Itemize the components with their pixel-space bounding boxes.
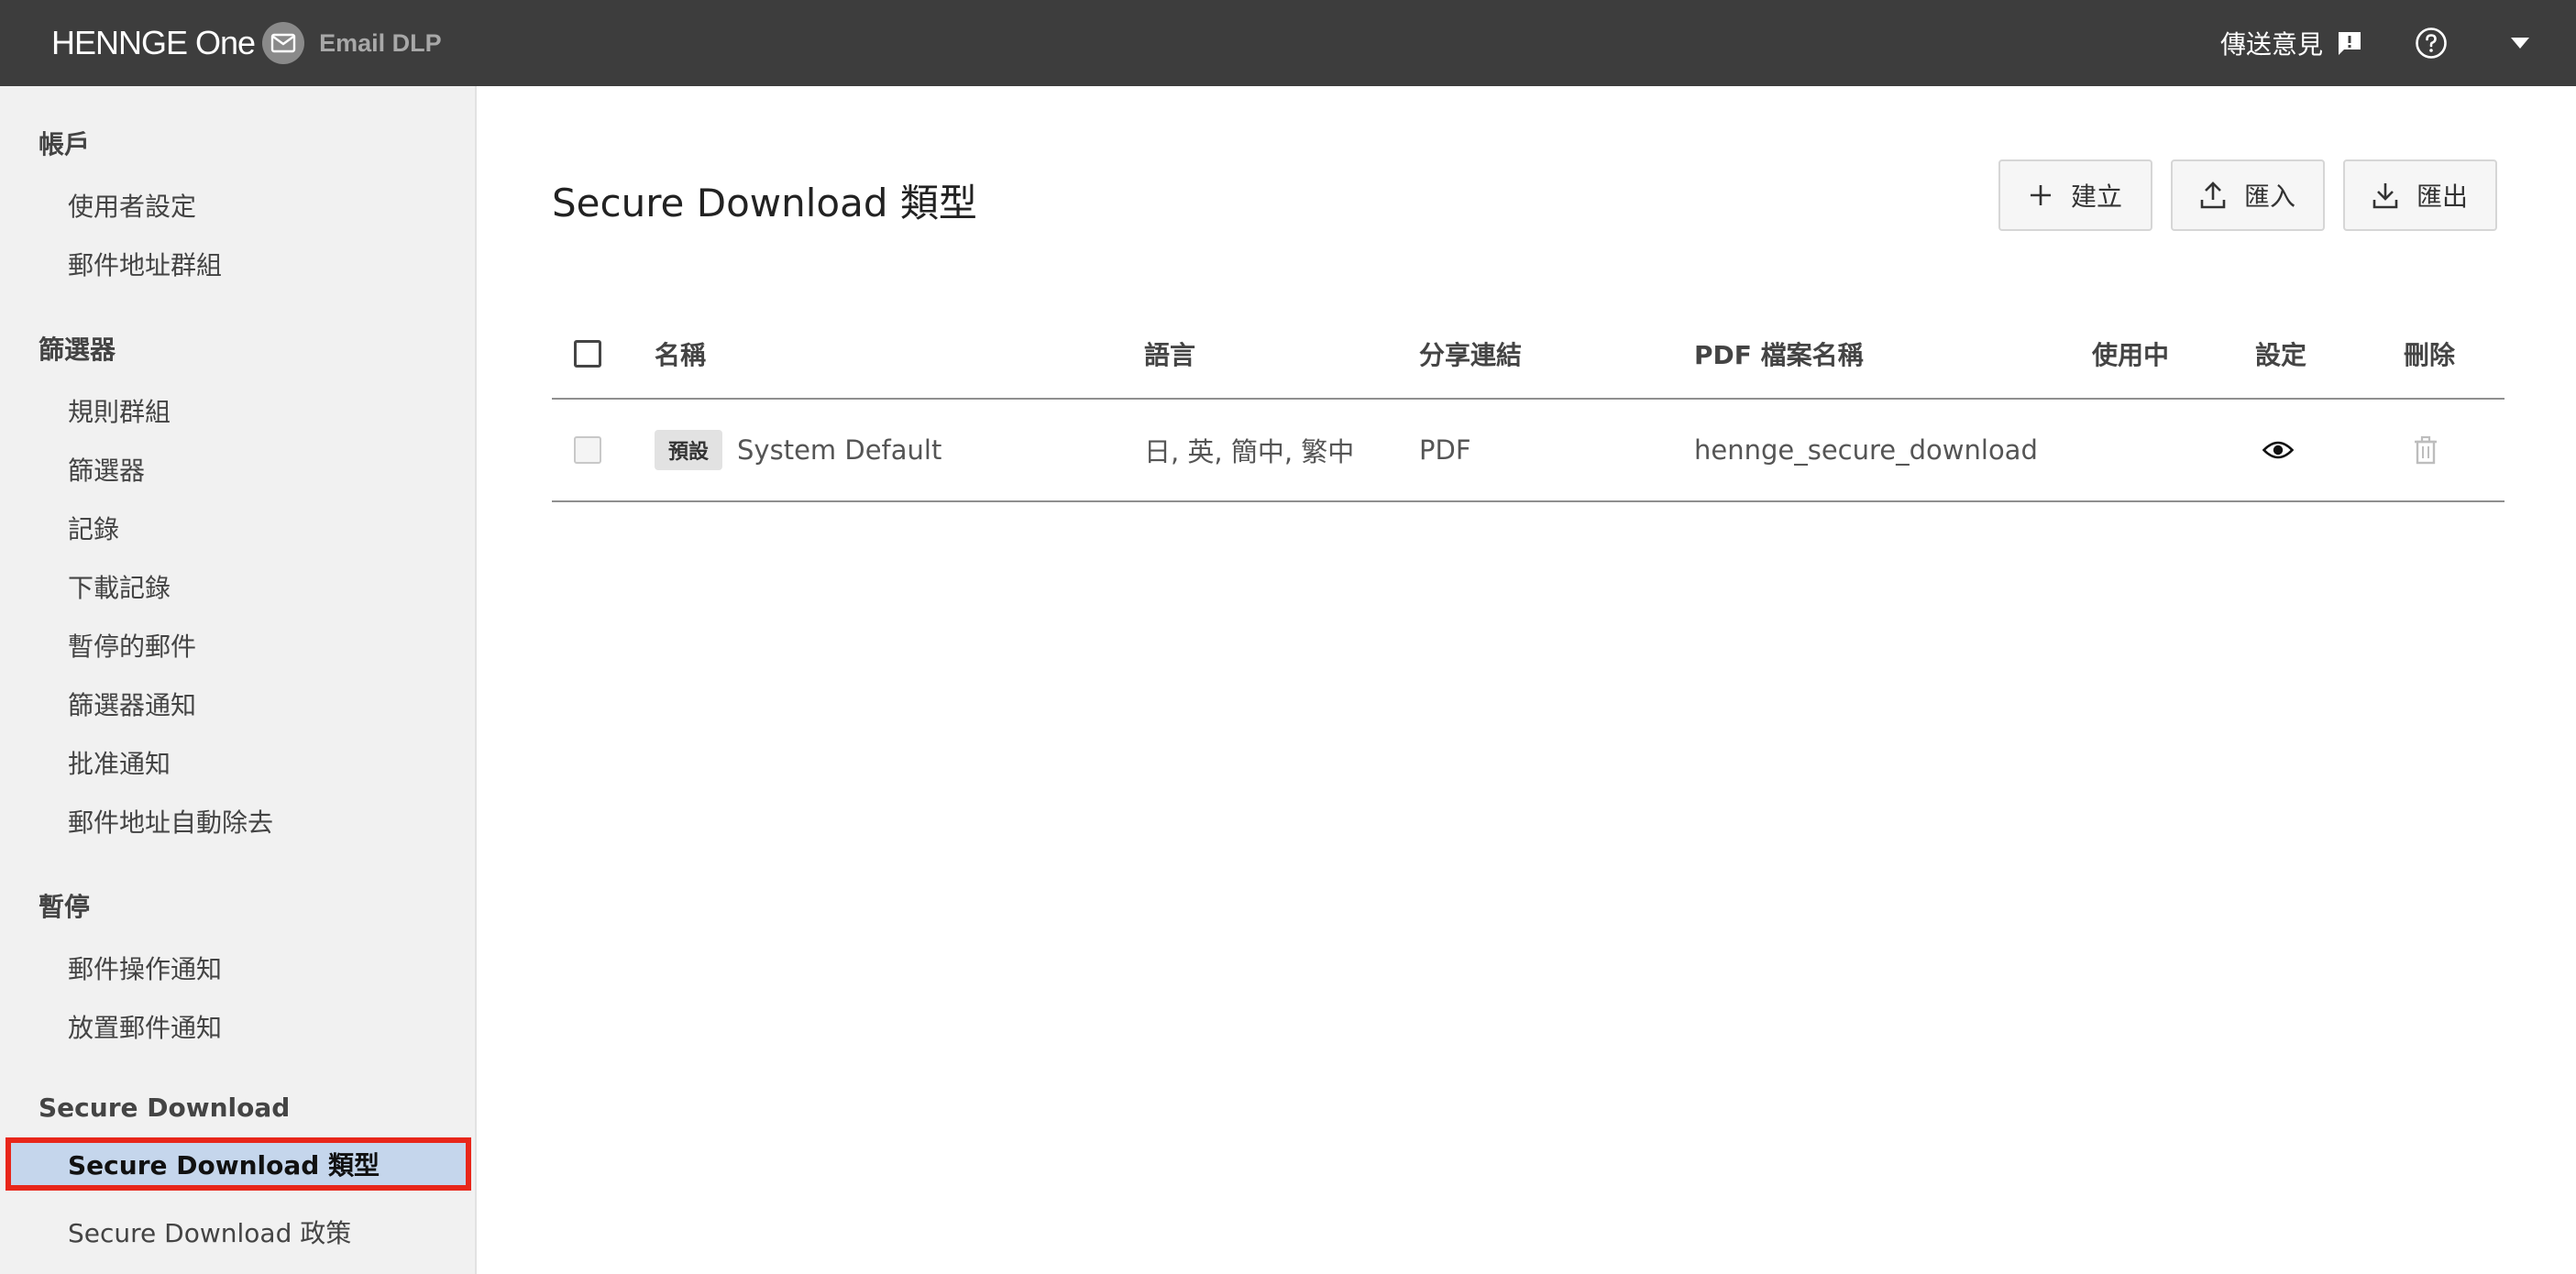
main-content: Secure Download 類型 建立 匯入 匯出 名稱 語言 分享連結 P… [477,86,2576,1274]
sidebar-heading-filters: 篩選器 [39,335,116,365]
product-name: Email DLP [319,28,442,57]
row-share-link: PDF [1419,434,1471,466]
export-button-label: 匯出 [2416,181,2468,212]
secure-download-types-table: 名稱 語言 分享連結 PDF 檔案名稱 使用中 設定 刪除 預設 System … [552,310,2504,502]
row-name[interactable]: System Default [737,434,941,466]
import-button[interactable]: 匯入 [2171,159,2325,231]
row-checkbox [574,436,601,464]
header-settings: 設定 [2255,340,2307,370]
create-button-label: 建立 [2070,181,2122,212]
default-badge: 預設 [655,430,723,470]
help-circle-icon[interactable] [2415,27,2448,60]
sidebar-item-secure-download-policies[interactable]: Secure Download 政策 [68,1214,351,1250]
mail-icon [262,22,305,64]
sidebar-item-auto-remove-addresses[interactable]: 郵件地址自動除去 [68,803,273,840]
row-name-cell: 預設 System Default [655,400,941,500]
plus-icon [2030,185,2051,205]
sidebar: 帳戶 使用者設定 郵件地址群組 篩選器 規則群組 篩選器 記錄 下載記錄 暫停的… [0,86,477,1274]
row-select-cell [574,400,601,500]
sidebar-heading-account: 帳戶 [39,129,91,159]
sidebar-item-address-groups[interactable]: 郵件地址群組 [68,246,222,282]
row-settings-cell [2262,400,2294,500]
upload-icon [2200,181,2226,209]
select-all-checkbox[interactable] [574,340,601,368]
table-header: 名稱 語言 分享連結 PDF 檔案名稱 使用中 設定 刪除 [552,310,2504,400]
trash-icon [2413,435,2438,465]
header-share-link[interactable]: 分享連結 [1419,310,1522,398]
sidebar-heading-hold: 暫停 [39,892,91,922]
sidebar-item-filter-notifications[interactable]: 篩選器通知 [68,686,196,722]
download-icon [2372,183,2398,209]
sidebar-item-mail-action-notifications[interactable]: 郵件操作通知 [68,950,222,986]
brand-name: HENNGE One [51,24,256,61]
sidebar-item-secure-download-types[interactable]: Secure Download 類型 [6,1137,471,1191]
feedback-label: 傳送意見 [2219,29,2323,60]
header-delete: 刪除 [2404,340,2456,370]
sidebar-item-approval-notifications[interactable]: 批准通知 [68,744,171,781]
row-delete-cell [2413,400,2438,500]
top-bar: HENNGE One Email DLP 傳送意見 [0,0,2576,86]
feedback-button[interactable]: 傳送意見 [2220,25,2363,61]
select-all-cell [574,310,601,398]
header-language[interactable]: 語言 [1144,310,1195,398]
feedback-icon [2339,32,2361,55]
export-button[interactable]: 匯出 [2343,159,2497,231]
sidebar-item-label: Secure Download 類型 [68,1150,380,1181]
header-name[interactable]: 名稱 [655,310,706,398]
row-pdf-filename: hennge_secure_download [1694,434,2038,466]
caret-down-icon[interactable] [2510,37,2530,49]
sidebar-item-download-logs[interactable]: 下載記錄 [68,568,171,605]
sidebar-item-user-settings[interactable]: 使用者設定 [68,187,196,224]
header-in-use[interactable]: 使用中 [2092,310,2169,398]
brand-logo[interactable]: HENNGE One Email DLP [51,0,442,86]
import-button-label: 匯入 [2243,181,2295,212]
create-button[interactable]: 建立 [1998,159,2152,231]
sidebar-heading-secure-download: Secure Download [39,1093,291,1123]
eye-icon[interactable] [2262,440,2294,460]
sidebar-item-rule-groups[interactable]: 規則群組 [68,392,171,429]
sidebar-item-release-mail-notifications[interactable]: 放置郵件通知 [68,1008,222,1045]
page-title: Secure Download 類型 [552,181,977,225]
sidebar-item-filters[interactable]: 篩選器 [68,451,145,488]
sidebar-item-held-mails[interactable]: 暫停的郵件 [68,627,196,664]
table-row[interactable]: 預設 System Default 日, 英, 簡中, 繁中 PDF henng… [552,400,2504,502]
sidebar-item-logs[interactable]: 記錄 [68,510,119,546]
header-pdf-filename[interactable]: PDF 檔案名稱 [1694,310,1864,398]
row-language: 日, 英, 簡中, 繁中 [1144,436,1355,467]
